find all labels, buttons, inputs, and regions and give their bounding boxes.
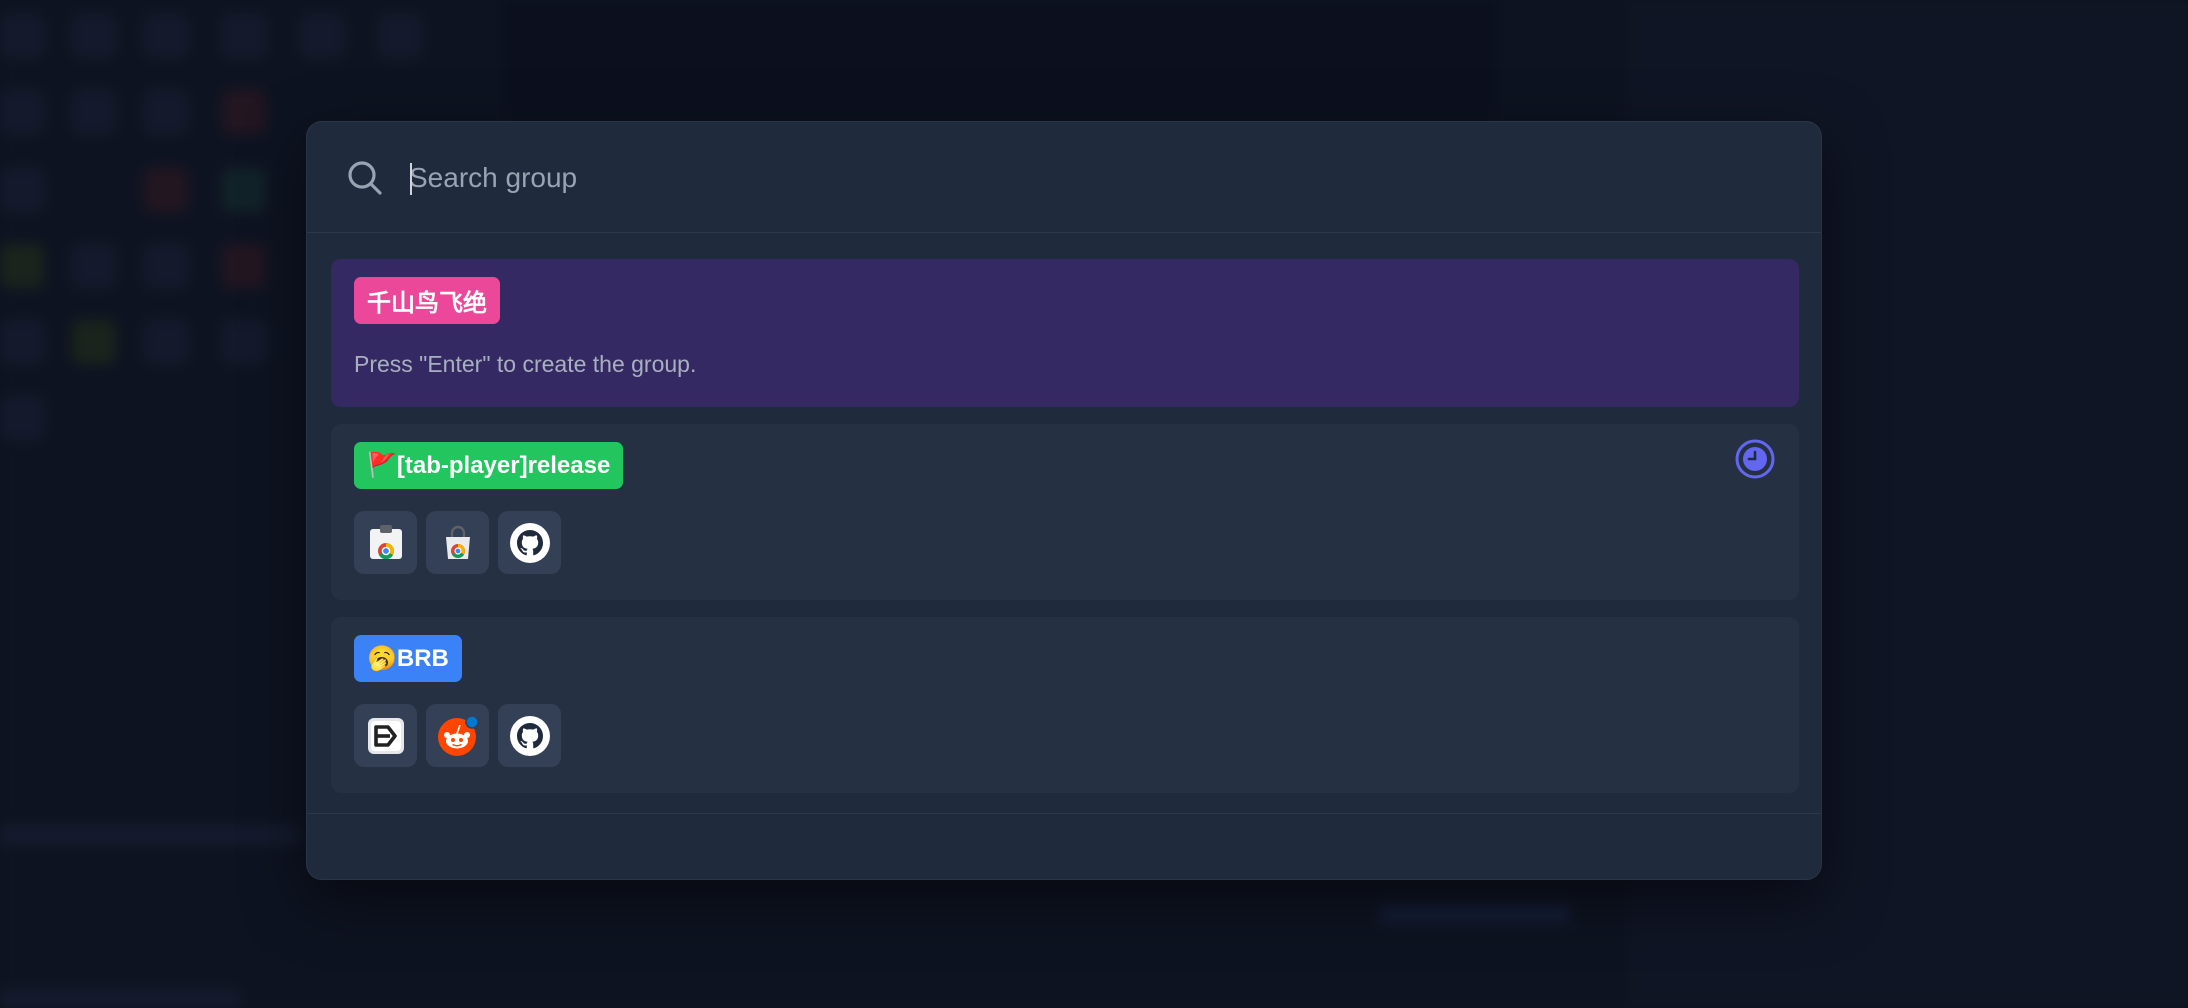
- group-item[interactable]: 🚩[tab-player]release: [331, 424, 1799, 600]
- tab-favicon[interactable]: [354, 704, 417, 767]
- tab-favicon[interactable]: [426, 704, 489, 767]
- github-icon: [509, 522, 550, 563]
- clock-icon[interactable]: [1734, 438, 1776, 480]
- tab-favicon[interactable]: [498, 511, 561, 574]
- group-tag: 🥱BRB: [354, 635, 462, 682]
- tab-favicon-list: [354, 704, 561, 767]
- tab-favicon[interactable]: [354, 511, 417, 574]
- tab-favicon-list: [354, 511, 561, 574]
- group-tag: 🚩[tab-player]release: [354, 442, 624, 489]
- text-caret: [410, 163, 412, 195]
- search-input[interactable]: [409, 150, 1769, 206]
- create-group-hint: Press "Enter" to create the group.: [354, 351, 697, 377]
- group-name: 🚩[tab-player]release: [367, 452, 611, 479]
- group-name: 🥱BRB: [367, 645, 449, 672]
- search-icon: [348, 161, 382, 195]
- new-group-name: 千山鸟飞绝: [367, 290, 487, 317]
- dialog-footer: [307, 813, 1821, 879]
- tab-favicon[interactable]: [498, 704, 561, 767]
- tab-favicon[interactable]: [426, 511, 489, 574]
- group-item[interactable]: 🥱BRB: [331, 617, 1799, 793]
- group-picker-dialog: 千山鸟飞绝 Press "Enter" to create the group.…: [306, 121, 1822, 880]
- reddit-icon: [437, 714, 479, 756]
- search-bar: [307, 122, 1821, 233]
- new-group-tag: 千山鸟飞绝: [354, 277, 500, 324]
- github-icon: [509, 715, 550, 756]
- exit-arrow-icon: [367, 717, 404, 754]
- chrome-web-store-icon: [369, 524, 402, 559]
- chrome-web-store-bag-icon: [445, 525, 470, 559]
- group-list: 千山鸟飞绝 Press "Enter" to create the group.…: [331, 259, 1799, 810]
- create-group-option[interactable]: 千山鸟飞绝 Press "Enter" to create the group.: [331, 259, 1799, 407]
